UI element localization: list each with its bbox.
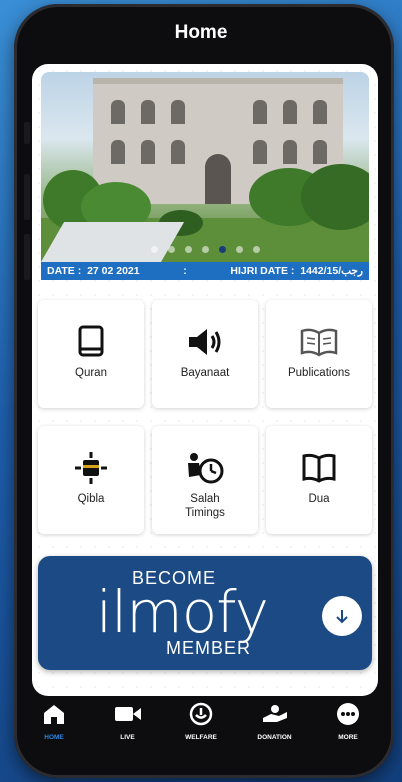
tile-label: Dua (308, 493, 330, 505)
carousel-dot[interactable] (167, 246, 175, 253)
nav-home[interactable]: HOME (24, 700, 84, 741)
tile-publications[interactable]: Publications (266, 300, 372, 408)
tile-salah-timings[interactable]: Salah Timings (152, 426, 258, 534)
prayer-clock-icon (185, 448, 225, 488)
banner-carousel[interactable] (41, 72, 369, 262)
hijri-date: HIJRI DATE : 1442/15/رجب (230, 265, 363, 277)
app-screen: DATE : 27 02 2021 : HIJRI DATE : 1442/15… (32, 64, 378, 696)
book-icon (76, 322, 106, 362)
tile-label: Publications (287, 367, 350, 379)
phone-volume-down (24, 234, 30, 280)
dua-book-icon (301, 448, 337, 488)
tile-label: Qibla (77, 493, 105, 505)
more-icon (336, 700, 360, 728)
tile-label: Quran (75, 367, 107, 379)
nav-label: DONATION (257, 734, 292, 741)
nav-welfare[interactable]: WELFARE (171, 700, 231, 741)
tile-dua[interactable]: Dua (266, 426, 372, 534)
nav-live[interactable]: LIVE (98, 700, 158, 741)
welfare-icon (189, 700, 213, 728)
nav-label: WELFARE (185, 734, 217, 741)
tile-qibla[interactable]: Qibla (38, 426, 144, 534)
open-book-icon (299, 322, 339, 362)
carousel-dot[interactable] (235, 246, 243, 253)
tile-label: Bayanaat (180, 367, 230, 379)
donation-icon (261, 700, 289, 728)
tile-label: Salah Timings (185, 493, 225, 519)
carousel-dot[interactable] (252, 246, 260, 253)
arrow-down-icon[interactable] (322, 596, 362, 636)
carousel-dot[interactable] (201, 246, 209, 253)
ilmofy-logo: ilmofy (96, 578, 269, 646)
tile-bayanaat[interactable]: Bayanaat (152, 300, 258, 408)
gregorian-date: DATE : 27 02 2021 (47, 265, 140, 277)
bottom-nav: HOME LIVE WELFARE DONATION MORE (24, 700, 378, 760)
carousel-dot-active[interactable] (218, 246, 226, 253)
nav-donation[interactable]: DONATION (245, 700, 305, 741)
speaker-icon (187, 322, 223, 362)
nav-label: HOME (44, 734, 64, 741)
tile-quran[interactable]: Quran (38, 300, 144, 408)
compass-icon (73, 448, 109, 488)
carousel-dot[interactable] (184, 246, 192, 253)
page-title: Home (174, 22, 228, 43)
nav-label: LIVE (120, 734, 135, 741)
cta-member-text: MEMBER (166, 638, 252, 658)
phone-volume-up (24, 174, 30, 220)
date-bar: DATE : 27 02 2021 : HIJRI DATE : 1442/15… (41, 262, 369, 280)
carousel-indicator[interactable] (41, 246, 369, 253)
phone-side-button (24, 122, 30, 144)
nav-more[interactable]: MORE (318, 700, 378, 741)
date-separator: : (183, 265, 187, 277)
video-icon (114, 700, 142, 728)
carousel-dot[interactable] (150, 246, 158, 253)
home-icon (42, 700, 66, 728)
become-member-banner[interactable]: BECOME ilmofy MEMBER (38, 556, 372, 670)
nav-label: MORE (338, 734, 358, 741)
